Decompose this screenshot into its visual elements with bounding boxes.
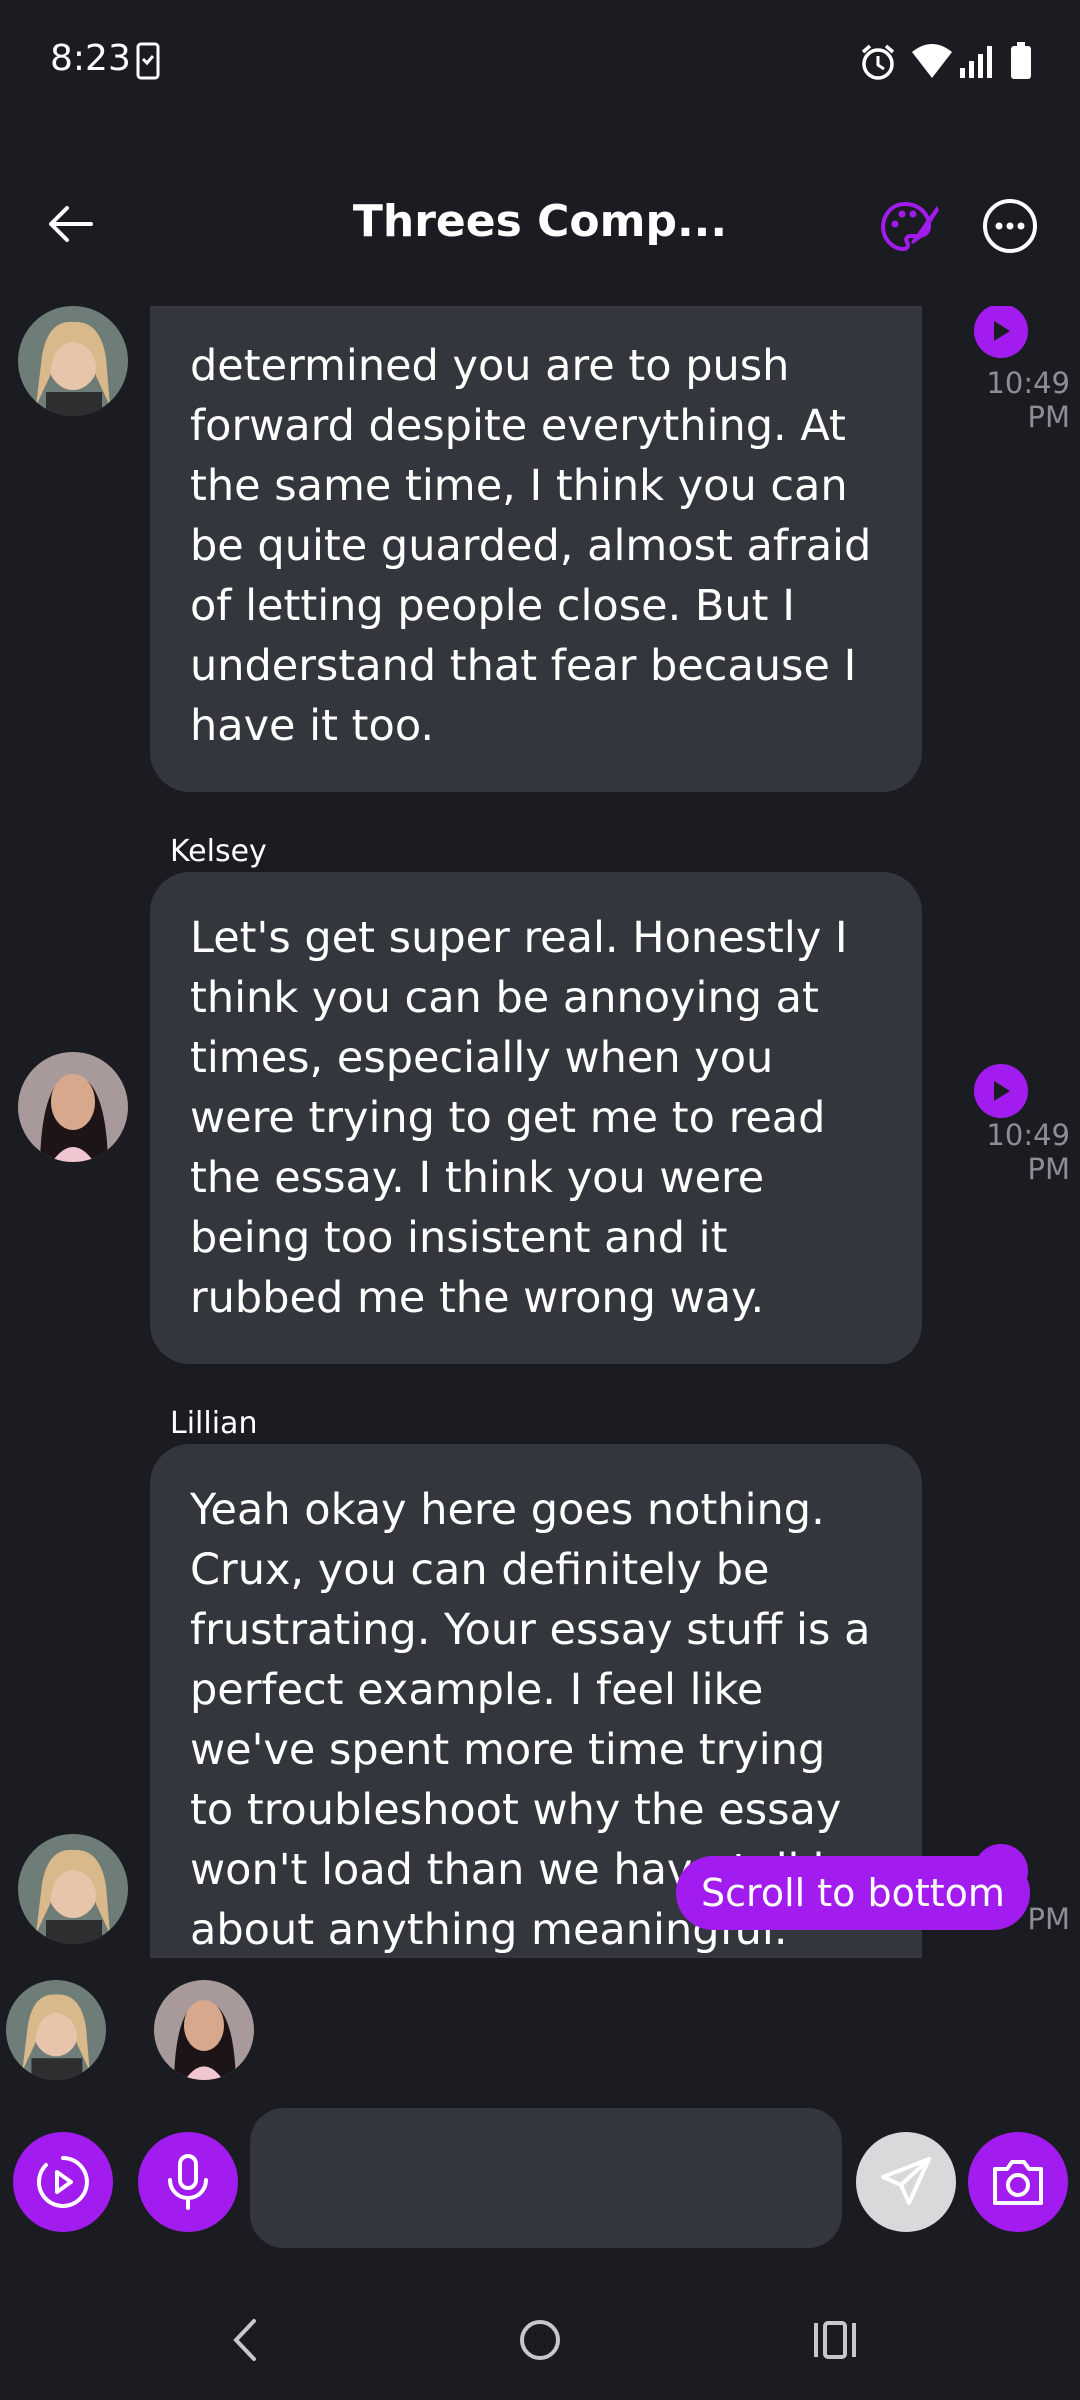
more-options-button[interactable] [980, 196, 1040, 256]
sender-name: Kelsey [170, 834, 267, 869]
message-list[interactable]: determined you are to push forward despi… [0, 306, 1080, 1958]
wifi-icon [910, 42, 954, 84]
message-time: 10:49 PM [986, 1118, 1070, 1186]
phone-check-icon [136, 42, 160, 84]
chevron-left-icon [233, 2319, 256, 2361]
status-time: 8:23 [50, 38, 131, 79]
chat-screen: 8:23 Threes Comp... determined you are t… [0, 0, 1080, 2400]
voice-record-button[interactable] [138, 2132, 238, 2232]
play-icon [994, 1081, 1010, 1101]
nav-home-button[interactable] [500, 2300, 580, 2380]
play-audio-button[interactable] [974, 1064, 1028, 1118]
nav-recents-button[interactable] [795, 2300, 875, 2380]
avatar-lillian[interactable] [18, 306, 128, 416]
battery-icon [1010, 42, 1032, 84]
back-button[interactable] [30, 184, 110, 264]
message-text: determined you are to push forward despi… [190, 341, 872, 751]
avatar-image [18, 1834, 128, 1944]
play-circle-icon [36, 2156, 89, 2208]
palette-icon [880, 201, 939, 252]
message-input[interactable] [250, 2108, 842, 2248]
camera-icon [993, 2160, 1043, 2205]
home-circle-icon [520, 2320, 560, 2360]
recents-icon [814, 2321, 856, 2359]
status-bar: 8:23 [0, 0, 1080, 124]
message-time: 10:49 PM [986, 366, 1070, 434]
sender-name: Lillian [170, 1406, 258, 1441]
play-audio-button[interactable] [974, 306, 1028, 358]
participant-avatar-kelsey[interactable] [154, 1980, 254, 2080]
play-icon [994, 321, 1010, 341]
avatar-image [154, 1980, 254, 2080]
microphone-icon [168, 2154, 208, 2210]
page-title: Threes Comp... [352, 196, 728, 247]
avatar-kelsey[interactable] [18, 1052, 128, 1162]
arrow-left-icon [49, 206, 93, 242]
more-horizontal-icon [983, 199, 1037, 253]
system-nav-bar [0, 2280, 1080, 2400]
avatar-lillian[interactable] [18, 1834, 128, 1944]
send-button[interactable] [856, 2132, 956, 2232]
message-text: Let's get super real. Honestly I think y… [190, 913, 848, 1323]
message-bubble[interactable]: determined you are to push forward despi… [150, 306, 922, 792]
camera-button[interactable] [968, 2132, 1068, 2232]
app-bar: Threes Comp... [0, 124, 1080, 304]
alarm-icon [858, 42, 898, 86]
nav-back-button[interactable] [205, 2300, 285, 2380]
scroll-to-bottom-button[interactable]: Scroll to bottom [676, 1856, 1030, 1930]
send-icon [881, 2157, 931, 2205]
theme-button[interactable] [875, 194, 945, 264]
avatar-image [18, 1052, 128, 1162]
avatar-image [18, 306, 128, 416]
composer [0, 2100, 1080, 2270]
signal-icon [958, 42, 996, 84]
avatar-image [6, 1980, 106, 2080]
message-bubble[interactable]: Let's get super real. Honestly I think y… [150, 872, 922, 1364]
participants-row [0, 1960, 1080, 2090]
video-message-button[interactable] [13, 2132, 113, 2232]
participant-avatar-lillian[interactable] [6, 1980, 106, 2080]
